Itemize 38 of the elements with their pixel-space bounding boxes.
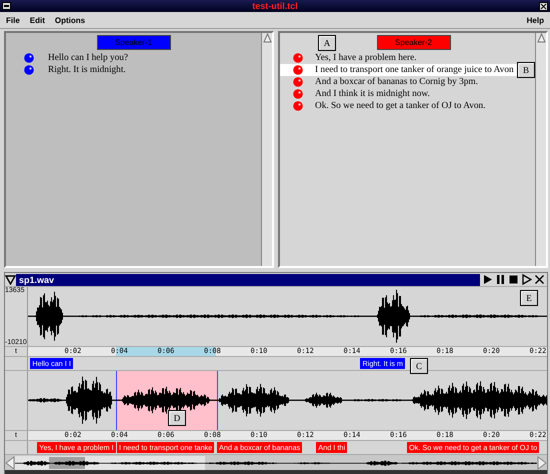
play-selection-icon[interactable] (521, 274, 532, 285)
menu-item[interactable]: File (6, 16, 20, 24)
utterance-text[interactable]: I need to transport one tanker of orange juice to Avon (315, 65, 514, 75)
scroll-up-icon[interactable] (262, 33, 272, 43)
close-icon[interactable] (534, 274, 545, 285)
callout-label: D (168, 410, 186, 426)
close-icon[interactable] (538, 2, 548, 10)
bullet-icon (24, 53, 34, 63)
speaker-label[interactable]: Speaker-2 (376, 35, 450, 50)
menu-item[interactable]: Edit (30, 16, 45, 24)
file-name-bar: sp1.wav (16, 274, 480, 286)
utterance-text[interactable]: Ok. So we need to get a tanker of OJ to Avon. (315, 101, 486, 111)
pause-icon[interactable] (495, 274, 506, 285)
bullet-icon (293, 101, 303, 111)
utterance-text[interactable]: Hello can I help you? (48, 53, 128, 63)
scrollbar[interactable] (535, 33, 546, 266)
callout-label: B (517, 62, 535, 78)
callout-label: A (318, 35, 336, 51)
utterance-text[interactable]: And I think it is midnight now. (315, 89, 430, 99)
menu-item[interactable]: Options (54, 16, 86, 24)
help-menu[interactable]: Help (526, 16, 544, 24)
scroll-right-icon[interactable] (537, 456, 547, 470)
utterance-text[interactable]: Right. It is midnight. (48, 65, 126, 75)
window-title: test-util.tcl (252, 1, 298, 11)
overview-scrollbar[interactable] (5, 454, 547, 470)
waveform-drawing[interactable] (28, 287, 547, 345)
play-icon[interactable] (482, 274, 493, 285)
callout-label: C (410, 358, 428, 374)
stop-icon[interactable] (508, 274, 519, 285)
callout-label: E (520, 290, 538, 306)
bullet-icon (24, 65, 34, 75)
collapse-icon[interactable] (5, 274, 16, 285)
utterance-text[interactable]: And a boxcar of bananas to Cornig by 3pm. (315, 77, 478, 87)
bullet-icon (293, 89, 303, 99)
utterance-text[interactable]: Yes, I have a problem here. (315, 53, 417, 63)
scrollbar[interactable] (261, 33, 272, 266)
scroll-up-icon[interactable] (536, 33, 546, 43)
window-menu-icon[interactable] (2, 2, 11, 10)
